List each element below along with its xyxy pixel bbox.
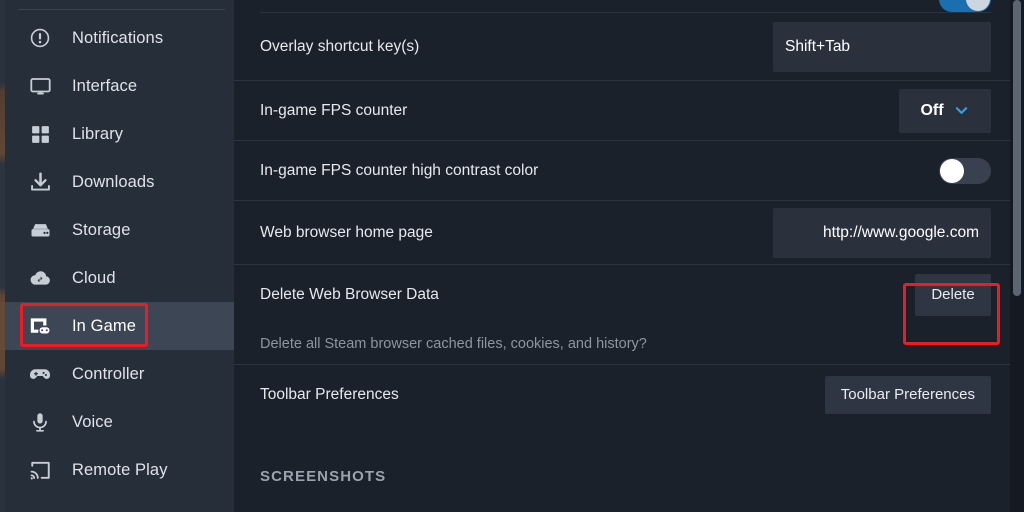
toggle-knob — [940, 158, 964, 183]
toolbar-preferences-button[interactable]: Toolbar Preferences — [824, 375, 991, 414]
row-label: Web browser home page — [260, 223, 433, 241]
setting-row-fps-high-contrast: In-game FPS counter high contrast color — [234, 140, 1024, 200]
setting-row-overlay-shortcut: Overlay shortcut key(s) — [234, 13, 1024, 80]
content-scrollbar-thumb[interactable] — [1013, 0, 1021, 296]
sidebar-item-label: Cloud — [72, 268, 116, 287]
row-label: In-game FPS counter — [260, 101, 408, 119]
sidebar-item-label: Remote Play — [72, 460, 168, 479]
fps-counter-dropdown[interactable]: Off — [899, 88, 991, 133]
browser-home-page-input[interactable] — [773, 207, 991, 258]
previous-setting-toggle-cutoff[interactable] — [939, 0, 991, 12]
sidebar-item-label: Voice — [72, 412, 113, 431]
setting-row-toolbar-preferences: Toolbar Preferences Toolbar Preferences — [234, 364, 1024, 424]
row-control: Toolbar Preferences — [824, 375, 991, 414]
toggle-knob — [966, 0, 990, 11]
setting-row-fps-counter: In-game FPS counter Off — [234, 80, 1024, 140]
sidebar-item-storage[interactable]: Storage — [0, 206, 234, 254]
row-control — [773, 21, 991, 72]
sidebar-top-divider — [18, 9, 225, 10]
sidebar-item-downloads[interactable]: Downloads — [0, 158, 234, 206]
sidebar-item-remote-play[interactable]: Remote Play — [0, 446, 234, 494]
settings-sidebar: Notifications Interface Library Download… — [0, 0, 234, 512]
sidebar-item-notifications[interactable]: Notifications — [0, 14, 234, 62]
sidebar-item-label: Notifications — [72, 28, 164, 47]
microphone-icon — [27, 409, 53, 435]
sidebar-item-in-game[interactable]: In Game — [0, 302, 234, 350]
cast-icon — [27, 457, 53, 483]
sidebar-item-library[interactable]: Library — [0, 110, 234, 158]
settings-rows: Overlay shortcut key(s) In-game FPS coun… — [234, 13, 1024, 485]
sidebar-item-label: In Game — [72, 316, 136, 335]
row-label: Overlay shortcut key(s) — [260, 37, 420, 55]
sidebar-nav-list: Notifications Interface Library Download… — [0, 14, 234, 494]
monitor-icon — [27, 73, 53, 99]
sidebar-item-cloud[interactable]: Cloud — [0, 254, 234, 302]
delete-browser-data-button[interactable]: Delete — [915, 273, 991, 316]
row-control: Delete — [915, 273, 991, 316]
sidebar-item-interface[interactable]: Interface — [0, 62, 234, 110]
sidebar-item-label: Controller — [72, 364, 145, 383]
grid-icon — [27, 121, 53, 147]
section-header-screenshots: SCREENSHOTS — [260, 468, 387, 485]
drive-icon — [27, 217, 53, 243]
row-control — [939, 157, 991, 184]
notifications-icon — [27, 25, 53, 51]
gamepad-icon — [27, 361, 53, 387]
in-game-icon — [27, 313, 53, 339]
chevron-down-icon — [953, 102, 970, 119]
steam-settings-window: Notifications Interface Library Download… — [0, 0, 1024, 512]
row-label: Delete Web Browser Data — [260, 285, 439, 303]
setting-row-delete-browser-data: Delete Web Browser Data Delete — [234, 264, 1024, 324]
sidebar-item-controller[interactable]: Controller — [0, 350, 234, 398]
row-control: Off — [899, 88, 991, 133]
settings-content-panel: Overlay shortcut key(s) In-game FPS coun… — [234, 0, 1024, 512]
row-label: In-game FPS counter high contrast color — [260, 161, 539, 179]
row-control — [773, 207, 991, 258]
cloud-sync-icon — [27, 265, 53, 291]
fps-counter-dropdown-value: Off — [920, 101, 944, 119]
sidebar-item-label: Storage — [72, 220, 131, 239]
delete-browser-data-description: Delete all Steam browser cached files, c… — [260, 336, 647, 352]
fps-high-contrast-toggle[interactable] — [939, 157, 991, 184]
download-icon — [27, 169, 53, 195]
sidebar-item-voice[interactable]: Voice — [0, 398, 234, 446]
window-left-edge — [0, 0, 5, 512]
sidebar-item-label: Library — [72, 124, 124, 143]
sidebar-item-label: Interface — [72, 76, 138, 95]
delete-browser-data-description-row: Delete all Steam browser cached files, c… — [234, 324, 1024, 364]
row-label: Toolbar Preferences — [260, 385, 399, 403]
sidebar-item-label: Downloads — [72, 172, 155, 191]
overlay-shortcut-input[interactable] — [773, 21, 991, 72]
setting-row-browser-home-page: Web browser home page — [234, 200, 1024, 264]
